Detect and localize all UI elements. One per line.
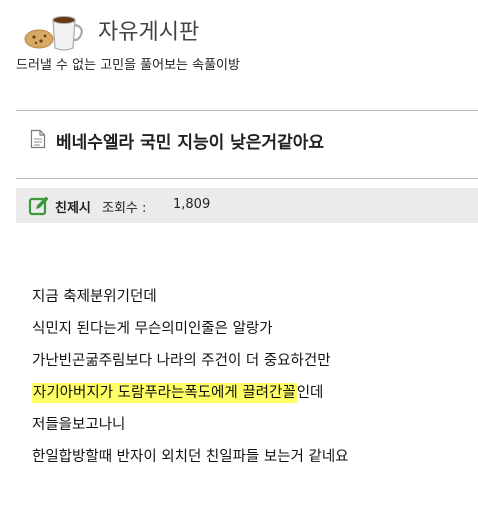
divider — [16, 110, 478, 111]
post-author[interactable]: 친제시 — [55, 197, 91, 216]
divider — [16, 178, 478, 179]
body-line: 저들을보고나니 — [32, 417, 126, 433]
views-label: 조회수 : — [102, 201, 147, 216]
post-meta-bar: 친제시 조회수 : 1,809 — [16, 188, 478, 223]
post-body: 지금 축제분위기던데 식민지 된다는게 무슨의미인줄은 알랑가 가난빈곤굶주림보… — [32, 286, 472, 478]
body-line: 식민지 된다는게 무슨의미인줄은 알랑가 — [32, 321, 273, 337]
board-header: 자유게시판 — [22, 8, 462, 52]
board-title[interactable]: 자유게시판 — [98, 14, 199, 46]
views-count: 1,809 — [173, 197, 211, 212]
board-description: 드러낼 수 없는 고민을 풀어보는 속풀이방 — [16, 58, 240, 73]
coffee-cookie-icon — [24, 16, 83, 51]
document-icon — [30, 129, 46, 149]
post-title-row: 베네수엘라 국민 지능이 낮은거같아요 — [30, 126, 470, 154]
edit-icon — [28, 196, 49, 216]
body-line-rest: 인데 — [296, 385, 324, 401]
body-line-highlighted: 자기아버지가 도람푸라는폭도에게 끌려간꼴인데 — [32, 382, 472, 414]
post-title: 베네수엘라 국민 지능이 낮은거같아요 — [56, 133, 324, 153]
body-line: 지금 축제분위기던데 — [32, 289, 157, 305]
body-line: 가난빈곤굶주림보다 나라의 주건이 더 중요하건만 — [32, 353, 331, 369]
body-line: 한일합방할때 반자이 외치던 친일파들 보는거 같네요 — [32, 449, 349, 465]
highlighted-text: 자기아버지가 도람푸라는폭도에게 끌려간꼴 — [32, 383, 297, 403]
